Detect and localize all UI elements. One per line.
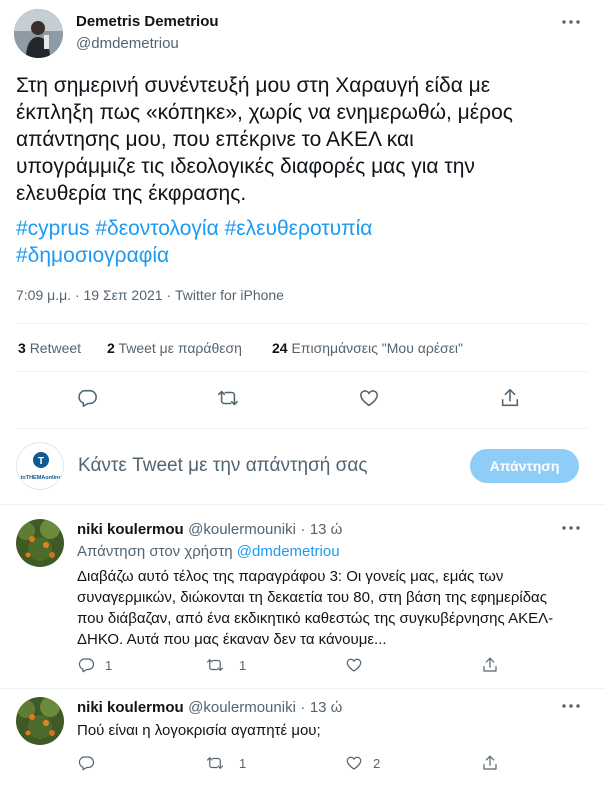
reply-avatar[interactable] [16,697,64,745]
tweet-text-line: υπογράμμιζε τις ιδεολογικές διαφορές μας… [16,155,475,178]
reply-bubble-icon[interactable] [76,387,98,409]
reply-button[interactable]: Απάντηση [470,449,579,483]
reply-text-line: ΔΗΚΟ. Αυτά που μας έκαναν δεν τα κάνουμε… [77,631,387,648]
more-horizontal-icon[interactable] [561,518,581,543]
likes-label: Επισημάνσεις "Μου αρέσει" [291,340,464,356]
retweet-count: 1 [239,658,247,673]
more-horizontal-icon[interactable] [561,696,581,721]
divider [0,504,605,505]
heart-icon[interactable] [345,656,363,674]
tweet-meta: 7:09 μ.μ. · 19 Σεπ 2021 · Twitter for iP… [16,287,284,303]
divider [0,688,605,689]
reply-text-line: Πού είναι η λογοκρισία αγαπητέ μου; [77,722,321,739]
reply-text-line: Διαβάζω αυτό τέλος της παραγράφου 3: Οι … [77,568,504,585]
retweets-label: Retweet [29,340,82,356]
meta-separator: · [166,287,172,303]
compose-avatar[interactable]: T toTHEMAonline [16,442,64,490]
more-horizontal-icon[interactable] [561,12,581,37]
retweet-count: 1 [239,756,247,771]
tweet-text-line: ελευθερία της έκφρασης. [16,182,247,205]
heart-icon[interactable] [358,387,380,409]
author-avatar-photo [14,9,63,58]
reply-text-line: που διάβαζαν, από ένα εκδικητικό καθεστώ… [77,610,554,627]
reply-bubble-icon[interactable] [77,754,95,772]
share-upload-icon[interactable] [499,387,521,409]
author-handle[interactable]: @dmdemetriou [76,35,179,52]
author-name[interactable]: Demetris Demetriou [76,13,219,30]
reply-author-name[interactable]: niki koulermou [77,521,184,538]
reply-author-handle[interactable]: @koulermouniki [188,699,296,716]
author-avatar[interactable] [14,9,63,58]
reply-avatar-photo [16,697,64,745]
replying-to-handle[interactable]: @dmdemetriou [237,543,340,560]
reply-avatar-photo [16,519,64,567]
svg-text:T: T [38,456,44,467]
reply-header: niki koulermou @koulermouniki · 13 ώ [77,699,342,717]
tweet-time[interactable]: 7:09 μ.μ. [16,287,71,303]
tothema-logo: T toTHEMAonline [21,452,62,481]
hashtag-link[interactable]: #δεοντολογία [95,217,218,240]
reply-text-line: συναγερμικών, διώκονται τη δεκαετία του … [77,589,547,606]
reply-header: niki koulermou @koulermouniki · 13 ώ [77,521,342,539]
reply-time[interactable]: 13 ώ [310,699,343,716]
hashtag-link[interactable]: #cyprus [16,217,90,240]
retweets-stat[interactable]: 3 Retweet [18,340,81,356]
hashtag-link[interactable]: #ελευθεροτυπία [225,217,373,240]
retweets-count: 3 [18,340,26,356]
likes-count: 24 [272,340,288,356]
tweet-text-line: έκπληξη πως «κόπηκε», χωρίς να ενημερωθώ… [16,101,513,124]
divider [16,371,589,372]
share-upload-icon[interactable] [481,754,499,772]
reply-avatar[interactable] [16,519,64,567]
tweet-date[interactable]: 19 Σεπ 2021 [84,287,163,303]
retweet-icon[interactable] [217,387,239,409]
reply-text: Πού είναι η λογοκρισία αγαπητέ μου; [77,720,602,741]
meta-separator: · [300,521,306,538]
like-count: 2 [373,756,381,771]
quotes-stat[interactable]: 2 Tweet με παράθεση [107,340,242,356]
reply-author-name[interactable]: niki koulermou [77,699,184,716]
hashtag-link[interactable]: #δημοσιογραφία [16,244,169,267]
tweet-source[interactable]: Twitter for iPhone [175,287,284,303]
reply-text: Διαβάζω αυτό τέλος της παραγράφου 3: Οι … [77,566,602,650]
reply-bubble-icon[interactable] [77,656,95,674]
tweet-text-line: απάντησης μου, που επέκρινε το ΑΚΕΛ και [16,128,414,151]
quotes-count: 2 [107,340,115,356]
replying-prefix: Απάντηση στον χρήστη [77,543,233,560]
divider [16,428,589,429]
reply-author-handle[interactable]: @koulermouniki [188,521,296,538]
share-upload-icon[interactable] [481,656,499,674]
meta-separator: · [74,287,80,303]
tweet-text: Στη σημερινή συνέντευξή μου στη Χαραυγή … [16,72,596,207]
retweet-icon[interactable] [206,656,224,674]
tweet-text-line: Στη σημερινή συνέντευξή μου στη Χαραυγή … [16,74,491,97]
hashtags: #cyprus #δεοντολογία #ελευθεροτυπία #δημ… [16,215,596,269]
reply-time[interactable]: 13 ώ [310,521,343,538]
meta-separator: · [300,699,306,716]
divider [16,323,589,324]
reply-compose-input[interactable]: Κάντε Tweet με την απάντησή σας [78,455,368,477]
likes-stat[interactable]: 24 Επισημάνσεις "Μου αρέσει" [272,340,463,356]
heart-icon[interactable] [345,754,363,772]
reply-count: 1 [105,658,113,673]
compose-avatar-text: toTHEMAonline [21,475,62,481]
quotes-label: Tweet με παράθεση [118,340,242,356]
retweet-icon[interactable] [206,754,224,772]
replying-to: Απάντηση στον χρήστη @dmdemetriou [77,543,340,560]
